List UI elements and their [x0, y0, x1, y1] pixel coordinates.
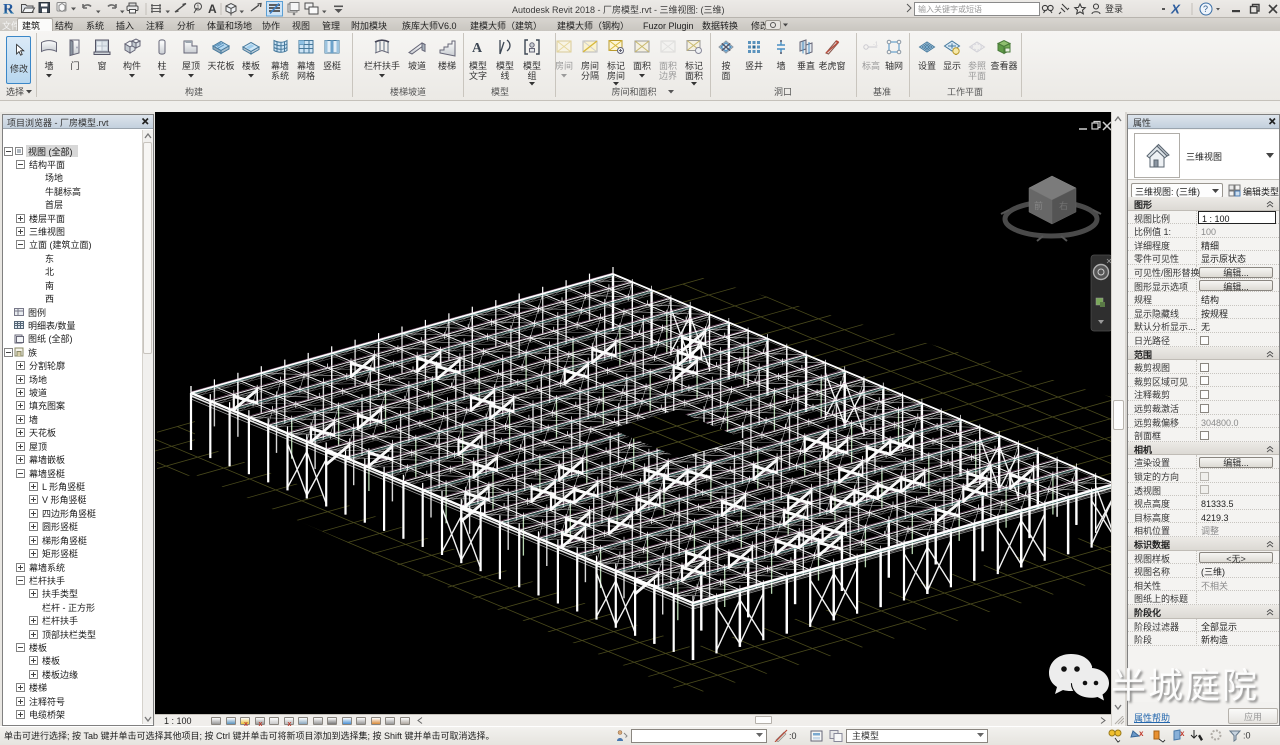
svg-text:A: A — [208, 2, 217, 16]
svg-text:x: x — [1139, 729, 1144, 738]
svg-text:登录: 登录 — [1105, 4, 1123, 14]
svg-text:-1: -1 — [873, 42, 878, 48]
svg-text::0: :0 — [1243, 731, 1251, 741]
svg-text:?: ? — [1203, 4, 1208, 14]
svg-text:X: X — [1170, 2, 1182, 17]
svg-text:x: x — [1180, 729, 1185, 738]
svg-text:前: 前 — [1034, 200, 1043, 211]
svg-text:右: 右 — [1059, 200, 1068, 211]
svg-text:R: R — [3, 2, 14, 18]
svg-text:A: A — [472, 41, 483, 56]
